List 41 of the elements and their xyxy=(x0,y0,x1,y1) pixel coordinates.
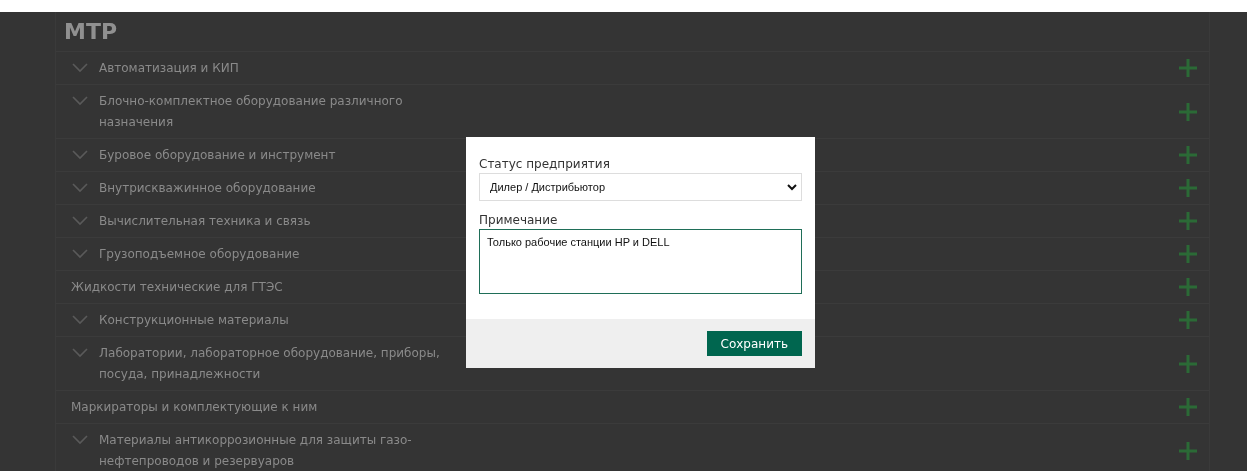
chevron-icon[interactable] xyxy=(72,150,88,160)
category-label: Блочно-комплектное оборудование различного назначения xyxy=(99,93,404,131)
plus-icon[interactable] xyxy=(1179,354,1197,373)
category-label: Жидкости технические для ГТЭС xyxy=(71,279,284,296)
category-label: Буровое оборудование и инструмент xyxy=(99,147,337,164)
status-select[interactable]: Дилер / Дистрибьютор xyxy=(479,173,802,201)
plus-icon[interactable] xyxy=(1179,278,1197,296)
chevron-icon[interactable] xyxy=(72,63,88,73)
plus-icon[interactable] xyxy=(1179,102,1197,121)
category-label: Конструкционные материалы xyxy=(99,312,290,329)
chevron-icon[interactable] xyxy=(72,249,88,259)
category-label: Вычислительная техника и связь xyxy=(99,213,312,230)
plus-icon[interactable] xyxy=(1179,59,1197,77)
plus-icon[interactable] xyxy=(1179,179,1197,197)
chevron-icon[interactable] xyxy=(72,315,88,325)
plus-icon[interactable] xyxy=(1179,311,1197,329)
category-row[interactable]: Материалы антикоррозионные для защиты газо-нефтепроводов и резервуаров xyxy=(56,424,1209,471)
category-label: Автоматизация и КИП xyxy=(99,60,240,77)
save-button[interactable]: Сохранить xyxy=(706,331,802,356)
note-field[interactable]: Только рабочие станции HP и DELL xyxy=(479,229,802,294)
category-row[interactable]: Маркираторы и комплектующие к ним xyxy=(56,391,1209,424)
category-label: Маркираторы и комплектующие к ним xyxy=(71,399,319,416)
chevron-icon[interactable] xyxy=(72,183,88,193)
chevron-icon[interactable] xyxy=(72,435,88,445)
category-label: Материалы антикоррозионные для защиты газо-нефтепроводов и резервуаров xyxy=(99,432,413,470)
plus-icon[interactable] xyxy=(1179,441,1197,460)
plus-icon[interactable] xyxy=(1179,398,1197,416)
plus-icon[interactable] xyxy=(1179,245,1197,263)
chevron-icon[interactable] xyxy=(72,348,88,358)
note-label: Примечание xyxy=(479,213,559,227)
chevron-icon[interactable] xyxy=(72,216,88,226)
status-label: Статус предприятия xyxy=(479,157,611,171)
category-label: Грузоподъемное оборудование xyxy=(99,246,301,263)
plus-icon[interactable] xyxy=(1179,212,1197,230)
caret-icon xyxy=(787,183,797,191)
chevron-icon[interactable] xyxy=(72,96,88,106)
section-title: МТР xyxy=(56,12,1209,52)
category-label: Лаборатории, лабораторное оборудование, приборы, посуда, принадлежности xyxy=(99,345,441,383)
plus-icon[interactable] xyxy=(1179,146,1197,164)
category-label: Внутрискважинное оборудование xyxy=(99,180,317,197)
category-row[interactable]: Автоматизация и КИП xyxy=(56,52,1209,85)
